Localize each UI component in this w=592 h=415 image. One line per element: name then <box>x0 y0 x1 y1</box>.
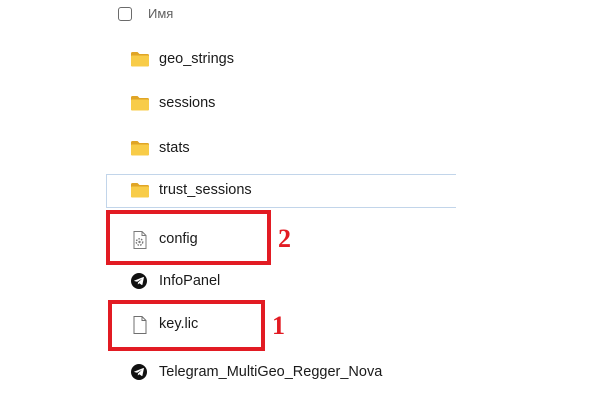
telegram-icon <box>130 363 150 381</box>
file-name: geo_strings <box>159 51 234 67</box>
telegram-icon <box>130 272 150 290</box>
file-row-geo-strings[interactable]: geo_strings <box>106 43 456 77</box>
folder-icon <box>130 181 150 199</box>
folder-icon <box>130 94 150 112</box>
file-row-sessions[interactable]: sessions <box>106 87 456 121</box>
select-all-checkbox[interactable] <box>118 7 132 21</box>
annotation-number-key-lic: 1 <box>272 311 285 340</box>
column-header-name[interactable]: Имя <box>148 6 173 21</box>
file-list-header: Имя <box>112 4 412 26</box>
highlight-box-key-lic <box>108 300 265 351</box>
highlight-box-config <box>106 210 271 265</box>
file-row-telegram-multigeo[interactable]: Telegram_MultiGeo_Regger_Nova <box>106 356 456 390</box>
file-name: Telegram_MultiGeo_Regger_Nova <box>159 364 383 380</box>
annotation-number-config: 2 <box>278 224 291 253</box>
folder-icon <box>130 139 150 157</box>
file-row-trust-sessions[interactable]: trust_sessions <box>106 174 456 208</box>
file-row-stats[interactable]: stats <box>106 132 456 166</box>
file-name: stats <box>159 140 190 156</box>
folder-icon <box>130 50 150 68</box>
file-name: InfoPanel <box>159 273 221 289</box>
file-name: sessions <box>159 95 216 111</box>
file-name: trust_sessions <box>159 182 252 198</box>
file-row-infopanel[interactable]: InfoPanel <box>106 265 456 299</box>
